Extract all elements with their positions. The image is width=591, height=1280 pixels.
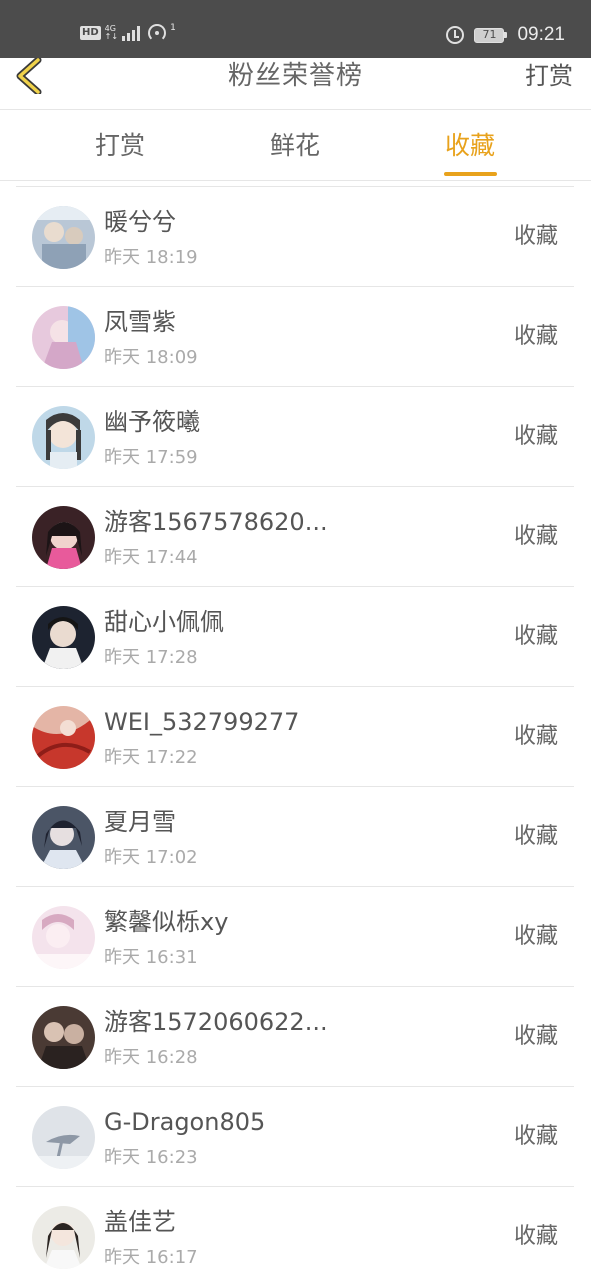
fan-name: 甜心小佩佩 (104, 608, 224, 636)
avatar (32, 306, 95, 369)
list-item[interactable]: 游客1567578620... 昨天 17:44 收藏 (16, 487, 574, 587)
fan-time: 昨天 17:22 (104, 747, 198, 768)
status-bar: HD 4G ↑↓ 1 71 09:21 (0, 0, 591, 58)
fan-time: 昨天 18:09 (104, 347, 198, 368)
network-type: 4G ↑↓ (105, 25, 118, 41)
fan-action: 收藏 (513, 1124, 558, 1149)
list-item[interactable]: 甜心小佩佩 昨天 17:28 收藏 (16, 587, 574, 687)
header: 粉丝荣誉榜 打赏 (0, 56, 591, 110)
alarm-icon (446, 26, 465, 44)
battery-level: 71 (474, 27, 505, 43)
fan-action: 收藏 (513, 724, 558, 749)
list-item[interactable]: WEI_532799277 昨天 17:22 收藏 (16, 687, 574, 787)
fan-name: 游客1572060622... (104, 1008, 328, 1036)
fan-time: 昨天 16:28 (104, 1047, 198, 1068)
fan-name: 夏月雪 (104, 808, 176, 836)
tab-bar: 打赏 鲜花 收藏 (0, 111, 591, 181)
list-item[interactable]: 游客1572060622... 昨天 16:28 收藏 (16, 987, 574, 1087)
fan-action: 收藏 (513, 424, 558, 449)
tab-flowers[interactable]: 鲜花 (245, 111, 345, 181)
list-item[interactable]: G-Dragon805 昨天 16:23 收藏 (16, 1087, 574, 1187)
clock: 09:21 (517, 24, 565, 45)
fan-action: 收藏 (513, 1224, 558, 1249)
fan-name: 游客1567578620... (104, 508, 328, 536)
fan-time: 昨天 16:17 (104, 1247, 198, 1268)
fan-action: 收藏 (513, 524, 558, 549)
fan-time: 昨天 17:02 (104, 847, 198, 868)
tab-favorites[interactable]: 收藏 (420, 111, 520, 181)
fan-action: 收藏 (513, 624, 558, 649)
hd-badge: HD (80, 26, 101, 40)
hotspot-count: 1 (170, 23, 176, 33)
status-bar-right: 71 09:21 (446, 24, 565, 46)
page-title: 粉丝荣誉榜 (227, 61, 363, 91)
avatar (32, 606, 95, 669)
battery-icon: 71 (474, 27, 508, 43)
network-arrows: ↑↓ (104, 32, 119, 41)
list-item[interactable]: 幽予筱曦 昨天 17:59 收藏 (16, 387, 574, 487)
hotspot-icon (148, 24, 167, 42)
tab-reward[interactable]: 打赏 (70, 111, 170, 181)
fan-time: 昨天 17:59 (104, 447, 198, 468)
fan-time: 昨天 17:44 (104, 547, 198, 568)
avatar (32, 1006, 95, 1069)
fan-time: 昨天 17:28 (104, 647, 198, 668)
fan-name: 繁馨似栎xy (104, 908, 229, 936)
list-item[interactable]: 盖佳艺 昨天 16:17 收藏 (16, 1187, 574, 1280)
avatar (32, 1106, 95, 1169)
signal-icon (122, 25, 141, 41)
fan-list: 暖兮兮 昨天 18:19 收藏 凤雪紫 昨天 18:09 收藏 幽予筱曦 昨天 … (16, 186, 574, 1280)
avatar (32, 406, 95, 469)
avatar (32, 906, 95, 969)
list-item[interactable]: 繁馨似栎xy 昨天 16:31 收藏 (16, 887, 574, 987)
avatar (32, 506, 95, 569)
fan-action: 收藏 (513, 324, 558, 349)
avatar (32, 206, 95, 269)
fan-action: 收藏 (513, 824, 558, 849)
reward-button[interactable]: 打赏 (525, 58, 573, 94)
fan-time: 昨天 16:31 (104, 947, 198, 968)
fan-action: 收藏 (513, 224, 558, 249)
list-item[interactable]: 凤雪紫 昨天 18:09 收藏 (16, 287, 574, 387)
list-item[interactable]: 夏月雪 昨天 17:02 收藏 (16, 787, 574, 887)
list-item[interactable]: 暖兮兮 昨天 18:19 收藏 (16, 187, 574, 287)
fan-action: 收藏 (513, 1024, 558, 1049)
fan-name: 盖佳艺 (104, 1208, 176, 1236)
fan-time: 昨天 18:19 (104, 247, 198, 268)
avatar (32, 1206, 95, 1269)
status-bar-left: HD 4G ↑↓ 1 (80, 23, 176, 42)
avatar (32, 706, 95, 769)
fan-action: 收藏 (513, 924, 558, 949)
fan-name: 凤雪紫 (104, 308, 176, 336)
fan-name: 暖兮兮 (104, 208, 176, 236)
fan-name: G-Dragon805 (104, 1108, 266, 1136)
fan-name: 幽予筱曦 (104, 408, 200, 436)
avatar (32, 806, 95, 869)
fan-name: WEI_532799277 (104, 708, 300, 736)
fan-time: 昨天 16:23 (104, 1147, 198, 1168)
active-tab-indicator (444, 172, 497, 176)
